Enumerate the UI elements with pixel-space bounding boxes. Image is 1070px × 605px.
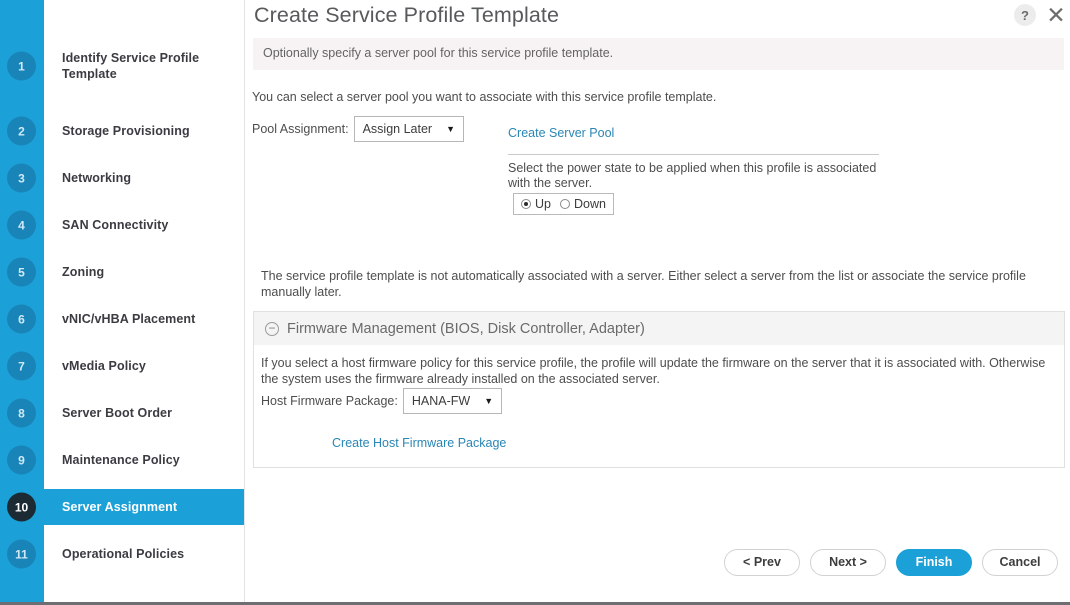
association-note: The service profile template is not auto… [261,269,1026,299]
sidebar-item-label: Server Assignment [62,500,178,514]
pool-assignment-value: Assign Later [362,122,433,136]
sidebar-item-operational-policies[interactable]: 11 Operational Policies [0,536,244,572]
chevron-down-icon: ▼ [446,123,455,134]
firmware-management-panel: − Firmware Management (BIOS, Disk Contro… [253,311,1065,468]
power-state-description: Select the power state to be applied whe… [508,161,877,190]
step-number-badge: 9 [7,445,36,475]
sidebar-item-label: Storage Provisioning [62,124,190,138]
sidebar-item-zoning[interactable]: 5 Zoning [0,254,244,290]
step-number-badge: 2 [7,116,36,146]
step-number-badge: 6 [7,304,36,334]
sidebar-item-label: Server Boot Order [62,406,173,420]
sidebar-item-san-connectivity[interactable]: 4 SAN Connectivity [0,207,244,243]
close-icon[interactable]: ✕ [1043,0,1069,30]
divider [508,154,879,155]
step-number-badge: 10 [7,492,36,522]
collapse-minus-icon[interactable]: − [265,320,279,336]
intro-text: You can select a server pool you want to… [252,90,717,104]
chevron-down-icon: ▼ [484,395,494,406]
subtitle-band: Optionally specify a server pool for thi… [253,38,1064,70]
sidebar-item-storage-provisioning[interactable]: 2 Storage Provisioning [0,113,244,149]
firmware-panel-header[interactable]: − Firmware Management (BIOS, Disk Contro… [254,312,1064,345]
firmware-panel-title: Firmware Management (BIOS, Disk Controll… [287,320,645,337]
finish-button[interactable]: Finish [896,548,972,576]
power-state-up-label: Up [535,197,551,211]
sidebar-item-server-boot-order[interactable]: 8 Server Boot Order [0,395,244,431]
step-number-badge: 7 [7,351,36,381]
step-number-badge: 4 [7,210,36,240]
prev-button[interactable]: < Prev [724,548,800,576]
create-host-firmware-package-link[interactable]: Create Host Firmware Package [332,436,506,450]
power-state-radio-group: Up Down [513,193,614,215]
step-number-badge: 11 [7,539,36,569]
help-icon[interactable]: ? [1014,4,1036,26]
sidebar-item-vmedia-policy[interactable]: 7 vMedia Policy [0,348,244,384]
cancel-button[interactable]: Cancel [982,548,1058,576]
power-state-radio-up[interactable]: Up [521,197,551,211]
power-state-down-label: Down [573,197,606,211]
wizard-step-list: 1 Identify Service Profile Template 2 Stora… [0,0,244,602]
step-number-badge: 1 [7,51,36,81]
sidebar-item-label: vMedia Policy [62,359,146,373]
subtitle-text: Optionally specify a server pool for thi… [263,46,614,60]
pool-assignment-dropdown[interactable]: Assign Later ▼ [353,116,464,142]
page-title: Create Service Profile Template [254,3,560,27]
pool-assignment-row: Pool Assignment: Assign Later ▼ [252,116,464,142]
step-number-badge: 5 [7,257,36,287]
sidebar-item-maintenance-policy[interactable]: 9 Maintenance Policy [0,442,244,478]
sidebar-item-label: SAN Connectivity [62,218,169,232]
wizard-sidebar: 1 Identify Service Profile Template 2 Stora… [0,0,245,602]
sidebar-item-label: Identify Service Profile Template [62,51,200,81]
radio-dot-icon [559,199,570,209]
sidebar-item-vnic-vhba-placement[interactable]: 6 vNIC/vHBA Placement [0,301,244,337]
dialog-content: Create Service Profile Template ? ✕ Opti… [245,0,1070,602]
create-server-pool-link[interactable]: Create Server Pool [508,126,614,140]
sidebar-item-label: Maintenance Policy [62,453,180,467]
sidebar-item-label: Operational Policies [62,547,185,561]
radio-dot-icon [521,199,531,209]
host-firmware-package-value: HANA-FW [411,394,471,408]
host-firmware-package-label: Host Firmware Package: [261,394,398,408]
sidebar-item-label: Zoning [62,265,105,279]
create-service-profile-template-dialog: 1 Identify Service Profile Template 2 Stora… [0,0,1070,605]
sidebar-item-networking[interactable]: 3 Networking [0,160,244,196]
dialog-titlebar: Create Service Profile Template ? ✕ [245,0,1070,36]
next-button[interactable]: Next > [810,548,886,576]
dialog-footer: < Prev Next > Finish Cancel [245,542,1065,582]
sidebar-item-server-assignment[interactable]: 10 Server Assignment [0,489,244,525]
host-firmware-package-row: Host Firmware Package: HANA-FW ▼ [261,388,503,414]
pool-assignment-label: Pool Assignment: [252,122,349,136]
minus-glyph: − [268,320,276,335]
host-firmware-package-dropdown[interactable]: HANA-FW ▼ [402,388,503,414]
step-number-badge: 8 [7,398,36,428]
sidebar-item-label: vNIC/vHBA Placement [62,312,196,326]
power-state-radio-down[interactable]: Down [559,197,606,211]
step-number-badge: 3 [7,163,36,193]
firmware-description: If you select a host firmware policy for… [261,356,1046,386]
sidebar-item-label: Networking [62,171,132,185]
sidebar-item-identify-service-profile-template[interactable]: 1 Identify Service Profile Template [0,48,244,84]
